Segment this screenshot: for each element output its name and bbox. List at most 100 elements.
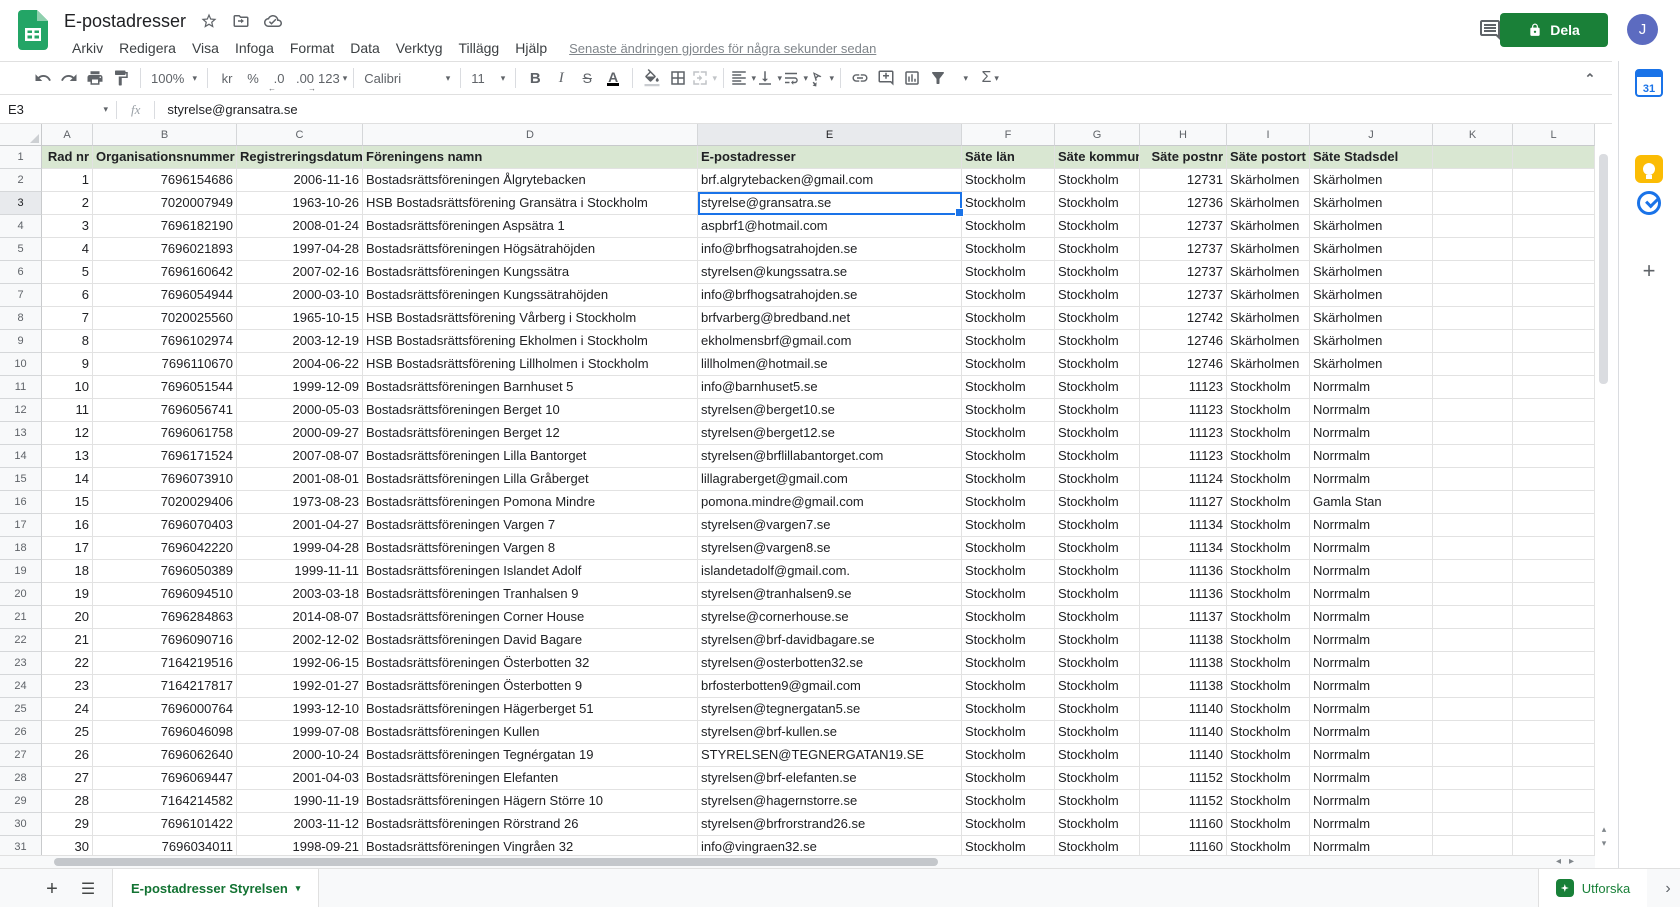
cell-L23[interactable] bbox=[1513, 652, 1595, 675]
select-all-corner[interactable] bbox=[0, 124, 42, 146]
row-header-30[interactable]: 30 bbox=[0, 813, 42, 836]
cell-J16[interactable]: Gamla Stan bbox=[1310, 491, 1433, 514]
cell-K30[interactable] bbox=[1433, 813, 1513, 836]
cell-D15[interactable]: Bostadsrättsföreningen Lilla Gråberget bbox=[363, 468, 698, 491]
cell-I19[interactable]: Stockholm bbox=[1227, 560, 1310, 583]
cell-L27[interactable] bbox=[1513, 744, 1595, 767]
cell-H4[interactable]: 12737 bbox=[1140, 215, 1227, 238]
cell-K11[interactable] bbox=[1433, 376, 1513, 399]
cell-J4[interactable]: Skärholmen bbox=[1310, 215, 1433, 238]
column-header-E[interactable]: E bbox=[698, 124, 962, 146]
sheets-logo-icon[interactable] bbox=[18, 10, 48, 50]
cell-A10[interactable]: 9 bbox=[42, 353, 93, 376]
cell-I1[interactable]: Säte postort bbox=[1227, 146, 1310, 169]
cell-K29[interactable] bbox=[1433, 790, 1513, 813]
calendar-icon[interactable]: 31 bbox=[1635, 69, 1663, 97]
cell-C4[interactable]: 2008-01-24 bbox=[237, 215, 363, 238]
cell-E13[interactable]: styrelsen@berget12.se bbox=[698, 422, 962, 445]
cell-I28[interactable]: Stockholm bbox=[1227, 767, 1310, 790]
cell-B19[interactable]: 7696050389 bbox=[93, 560, 237, 583]
cell-B8[interactable]: 7020025560 bbox=[93, 307, 237, 330]
menu-tillagg[interactable]: Tillägg bbox=[451, 38, 508, 58]
cell-J6[interactable]: Skärholmen bbox=[1310, 261, 1433, 284]
menu-infoga[interactable]: Infoga bbox=[227, 38, 282, 58]
cell-A28[interactable]: 27 bbox=[42, 767, 93, 790]
row-header-15[interactable]: 15 bbox=[0, 468, 42, 491]
column-header-G[interactable]: G bbox=[1055, 124, 1140, 146]
cell-L12[interactable] bbox=[1513, 399, 1595, 422]
cell-C8[interactable]: 1965-10-15 bbox=[237, 307, 363, 330]
cell-E23[interactable]: styrelsen@osterbotten32.se bbox=[698, 652, 962, 675]
move-folder-icon[interactable] bbox=[232, 12, 250, 30]
cell-F20[interactable]: Stockholm bbox=[962, 583, 1055, 606]
cell-E8[interactable]: brfvarberg@bredband.net bbox=[698, 307, 962, 330]
row-header-27[interactable]: 27 bbox=[0, 744, 42, 767]
cell-G1[interactable]: Säte kommun bbox=[1055, 146, 1140, 169]
row-header-7[interactable]: 7 bbox=[0, 284, 42, 307]
cell-G28[interactable]: Stockholm bbox=[1055, 767, 1140, 790]
cell-J14[interactable]: Norrmalm bbox=[1310, 445, 1433, 468]
cell-J20[interactable]: Norrmalm bbox=[1310, 583, 1433, 606]
vertical-scrollbar[interactable] bbox=[1597, 124, 1611, 855]
cell-I26[interactable]: Stockholm bbox=[1227, 721, 1310, 744]
print-icon[interactable] bbox=[82, 65, 108, 91]
column-header-C[interactable]: C bbox=[237, 124, 363, 146]
cell-L28[interactable] bbox=[1513, 767, 1595, 790]
cell-J11[interactable]: Norrmalm bbox=[1310, 376, 1433, 399]
cell-C14[interactable]: 2007-08-07 bbox=[237, 445, 363, 468]
cell-J19[interactable]: Norrmalm bbox=[1310, 560, 1433, 583]
cell-G29[interactable]: Stockholm bbox=[1055, 790, 1140, 813]
cell-E18[interactable]: styrelsen@vargen8.se bbox=[698, 537, 962, 560]
cell-E28[interactable]: styrelsen@brf-elefanten.se bbox=[698, 767, 962, 790]
cell-B10[interactable]: 7696110670 bbox=[93, 353, 237, 376]
cell-L1[interactable] bbox=[1513, 146, 1595, 169]
cell-D19[interactable]: Bostadsrättsföreningen Islandet Adolf bbox=[363, 560, 698, 583]
menu-redigera[interactable]: Redigera bbox=[111, 38, 184, 58]
cell-C18[interactable]: 1999-04-28 bbox=[237, 537, 363, 560]
column-header-F[interactable]: F bbox=[962, 124, 1055, 146]
cell-G11[interactable]: Stockholm bbox=[1055, 376, 1140, 399]
cell-H8[interactable]: 12742 bbox=[1140, 307, 1227, 330]
cell-H24[interactable]: 11138 bbox=[1140, 675, 1227, 698]
cell-B14[interactable]: 7696171524 bbox=[93, 445, 237, 468]
avatar[interactable]: J bbox=[1627, 14, 1658, 45]
cell-K10[interactable] bbox=[1433, 353, 1513, 376]
cell-H23[interactable]: 11138 bbox=[1140, 652, 1227, 675]
row-header-10[interactable]: 10 bbox=[0, 353, 42, 376]
vertical-align-icon[interactable]: ▾ bbox=[756, 65, 782, 91]
cell-L25[interactable] bbox=[1513, 698, 1595, 721]
cell-J10[interactable]: Skärholmen bbox=[1310, 353, 1433, 376]
cell-F25[interactable]: Stockholm bbox=[962, 698, 1055, 721]
last-edit-link[interactable]: Senaste ändringen gjordes för några seku… bbox=[569, 41, 876, 56]
cell-D8[interactable]: HSB Bostadsrättsförening Vårberg i Stock… bbox=[363, 307, 698, 330]
cell-D13[interactable]: Bostadsrättsföreningen Berget 12 bbox=[363, 422, 698, 445]
cell-G22[interactable]: Stockholm bbox=[1055, 629, 1140, 652]
scroll-left-icon[interactable]: ◂ bbox=[1556, 856, 1561, 867]
cell-G4[interactable]: Stockholm bbox=[1055, 215, 1140, 238]
insert-link-icon[interactable] bbox=[847, 65, 873, 91]
filter-views-dropdown[interactable]: ▾ bbox=[951, 65, 977, 91]
cell-C27[interactable]: 2000-10-24 bbox=[237, 744, 363, 767]
cell-H9[interactable]: 12746 bbox=[1140, 330, 1227, 353]
cell-L16[interactable] bbox=[1513, 491, 1595, 514]
font-select[interactable]: Calibri▾ bbox=[360, 65, 454, 91]
cell-E10[interactable]: lillholmen@hotmail.se bbox=[698, 353, 962, 376]
cell-D26[interactable]: Bostadsrättsföreningen Kullen bbox=[363, 721, 698, 744]
cell-F24[interactable]: Stockholm bbox=[962, 675, 1055, 698]
cell-A14[interactable]: 13 bbox=[42, 445, 93, 468]
cell-E22[interactable]: styrelsen@brf-davidbagare.se bbox=[698, 629, 962, 652]
cell-L15[interactable] bbox=[1513, 468, 1595, 491]
cell-K16[interactable] bbox=[1433, 491, 1513, 514]
cell-C29[interactable]: 1990-11-19 bbox=[237, 790, 363, 813]
cell-K15[interactable] bbox=[1433, 468, 1513, 491]
cell-C1[interactable]: Registreringsdatum bbox=[237, 146, 363, 169]
cell-B6[interactable]: 7696160642 bbox=[93, 261, 237, 284]
add-sheet-icon[interactable]: + bbox=[40, 877, 64, 901]
cell-D27[interactable]: Bostadsrättsföreningen Tegnérgatan 19 bbox=[363, 744, 698, 767]
cell-K4[interactable] bbox=[1433, 215, 1513, 238]
explore-button[interactable]: Utforska bbox=[1538, 869, 1647, 907]
cell-D31[interactable]: Bostadsrättsföreningen Vingråen 32 bbox=[363, 836, 698, 855]
column-header-J[interactable]: J bbox=[1310, 124, 1433, 146]
cell-I18[interactable]: Stockholm bbox=[1227, 537, 1310, 560]
keep-icon[interactable] bbox=[1635, 155, 1663, 183]
